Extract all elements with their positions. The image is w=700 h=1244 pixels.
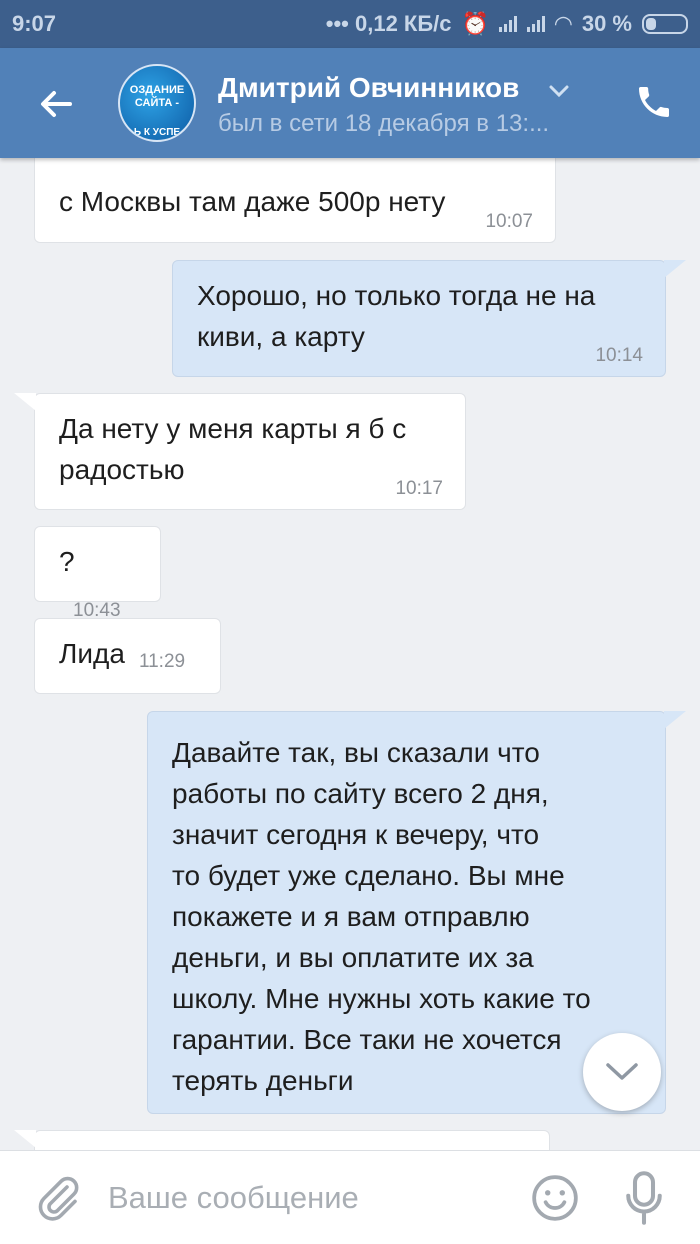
message-text: с Москвы там даже 500р нету [59,186,446,217]
avatar-text-2: САЙТА - [134,97,180,109]
network-speed-text: 0,12 КБ/с [354,11,452,36]
contact-name[interactable]: Дмитрий Овчинников [218,72,519,104]
message-composer [0,1150,700,1244]
arrow-left-icon[interactable] [36,84,76,124]
status-right: ••• 0,12 КБ/с ⏰ ◠ 30 % [326,11,688,37]
message-text: Да нету у меня карты я б с радостью [59,413,407,485]
paperclip-icon[interactable] [34,1173,82,1223]
message-time: 10:17 [395,478,443,499]
message-text: Лида [59,638,125,669]
chat-header: ОЗДАНИЕ САЙТА - Ь К УСПЕ Дмитрий Овчинни… [0,48,700,158]
bubble-tail [664,711,686,729]
message-text: ? [59,546,75,577]
message-bubble-incoming[interactable]: с Москвы там даже 500р нету 10:07 [34,158,556,243]
battery-percent: 30 % [581,11,632,36]
scroll-down-button[interactable] [583,1033,661,1111]
message-time: 10:07 [485,211,533,232]
network-speed: ••• 0,12 КБ/с [325,11,452,36]
avatar-text-1: ОЗДАНИЕ [129,84,185,96]
message-bubble-incoming[interactable]: ?10:43 [34,526,161,621]
battery-icon [642,14,688,34]
message-bubble-incoming[interactable]: Лида 11:29 [34,618,221,694]
microphone-icon[interactable] [626,1171,662,1225]
avatar-text-3: Ь К УСПЕ [133,127,181,138]
contact-status: был в сети 18 декабря в 13:... [218,110,550,137]
message-text: Хорошо, но только тогда не на киви, а ка… [197,280,596,352]
bubble-tail [664,260,686,278]
bubble-tail [14,1130,36,1148]
message-input[interactable] [108,1171,508,1225]
message-time: 10:14 [595,345,643,366]
message-bubble-incoming[interactable]: Да нету у меня карты я б с радостью 10:1… [34,393,466,510]
message-bubble-outgoing[interactable]: Хорошо, но только тогда не на киви, а ка… [172,260,666,377]
chevron-down-icon[interactable] [548,84,570,98]
signal-icon [498,16,517,32]
chevron-down-icon [606,1063,638,1080]
message-bubble-incoming[interactable] [34,1130,550,1150]
phone-icon[interactable] [634,82,674,122]
message-list[interactable]: с Москвы там даже 500р нету 10:07 Хорошо… [0,158,700,1150]
message-text: Давайте так, вы сказали что работы по са… [172,737,591,1096]
alarm-icon: ⏰ [461,11,489,36]
message-time: 11:29 [138,651,186,672]
status-bar: 9:07 ••• 0,12 КБ/с ⏰ ◠ 30 % [0,0,700,48]
smile-icon[interactable] [530,1173,580,1223]
wifi-icon: ◠ [554,11,572,36]
status-time: 9:07 [12,11,57,36]
bubble-tail [14,393,36,411]
signal-icon-2 [526,16,545,32]
avatar[interactable]: ОЗДАНИЕ САЙТА - Ь К УСПЕ [118,64,196,142]
